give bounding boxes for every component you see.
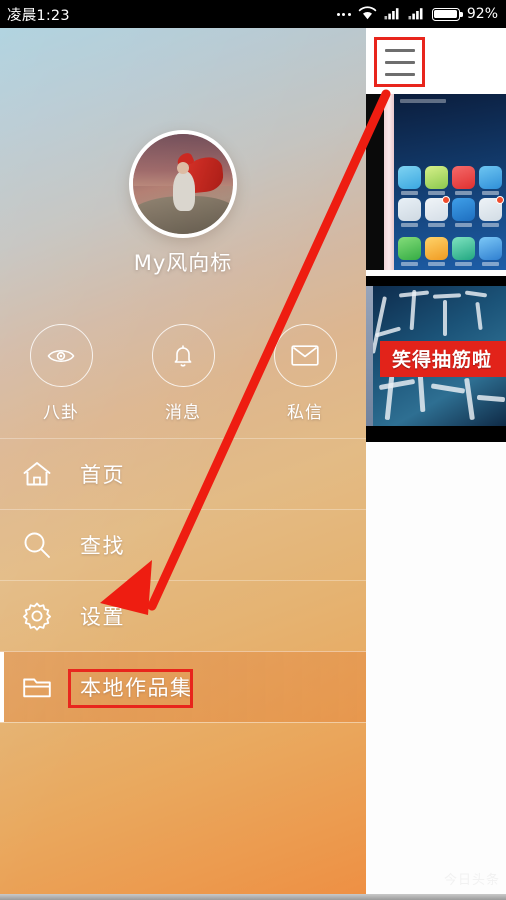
hamburger-menu-icon[interactable] — [374, 37, 425, 87]
app-topbar — [366, 28, 506, 94]
quick-actions-row: 八卦 消息 私信 — [0, 324, 366, 423]
phone-homescreen-thumbnail[interactable] — [366, 94, 506, 270]
thumbnail-left-edge — [366, 276, 373, 442]
video-frame: 笑得抽筋啦 — [373, 286, 506, 426]
menu-item-label: 查找 — [80, 534, 125, 558]
battery-icon — [431, 7, 463, 21]
navigation-drawer: My风向标 八卦 消息 私信 首页 查找 设置 本地作品集 — [0, 28, 366, 900]
menu-item-settings[interactable]: 设置 — [0, 580, 366, 651]
thumbnail-phone-bezel — [384, 94, 394, 270]
profile-header[interactable]: My风向标 — [0, 28, 366, 290]
menu-item-label: 本地作品集 — [80, 676, 193, 700]
battery-percent-label: 92% — [466, 6, 498, 22]
quick-action-bagua[interactable]: 八卦 — [11, 324, 111, 423]
menu-item-home[interactable]: 首页 — [0, 438, 366, 509]
gear-icon — [22, 601, 64, 631]
username-label: My风向标 — [133, 251, 233, 275]
menu-item-local-works[interactable]: 本地作品集 — [0, 651, 366, 723]
status-bar-clock: 凌晨1:23 — [7, 7, 70, 24]
menu-item-label: 首页 — [80, 463, 125, 487]
letterbox-bottom — [366, 426, 506, 442]
status-bar-icons: 92% — [336, 5, 498, 24]
letterbox-top — [366, 276, 506, 286]
wifi-icon — [358, 5, 377, 24]
bell-icon — [151, 324, 215, 387]
eye-icon — [29, 324, 93, 387]
status-bar: 凌晨1:23 92% — [0, 0, 506, 28]
menu-item-label: 设置 — [80, 605, 125, 629]
thumbnail-phone-screen — [394, 94, 506, 270]
home-icon — [22, 460, 64, 488]
video-thumbnail[interactable]: 笑得抽筋啦 — [366, 276, 506, 442]
watermark: 今日头条 — [443, 873, 500, 888]
signal-icon — [408, 5, 425, 24]
thumbnail-statusbar — [400, 99, 446, 103]
drawer-menu: 首页 查找 设置 本地作品集 — [0, 438, 366, 723]
quick-action-direct-message[interactable]: 私信 — [255, 324, 355, 423]
thumbnail-app-row — [398, 166, 502, 195]
envelope-icon — [273, 324, 337, 387]
quick-action-label: 消息 — [165, 403, 201, 423]
thumbnail-dark-edge — [366, 94, 384, 270]
video-caption-text: 笑得抽筋啦 — [380, 340, 506, 377]
screen-bottom-edge — [0, 894, 506, 900]
search-icon — [22, 530, 64, 560]
thumbnail-app-row — [398, 196, 504, 227]
app-screen: 笑得抽筋啦 今日头条 My风向标 八卦 消息 私信 首页 查找 设置 本地作品集 — [0, 28, 506, 900]
more-dots-icon — [336, 12, 351, 16]
thumbnail-dock-row — [398, 237, 502, 266]
folder-icon — [22, 674, 64, 700]
quick-action-label: 八卦 — [43, 403, 79, 423]
menu-item-search[interactable]: 查找 — [0, 509, 366, 580]
avatar[interactable] — [129, 130, 237, 238]
quick-action-label: 私信 — [287, 403, 323, 423]
content-panel: 笑得抽筋啦 今日头条 — [366, 28, 506, 900]
signal-icon — [384, 5, 401, 24]
quick-action-messages[interactable]: 消息 — [133, 324, 233, 423]
